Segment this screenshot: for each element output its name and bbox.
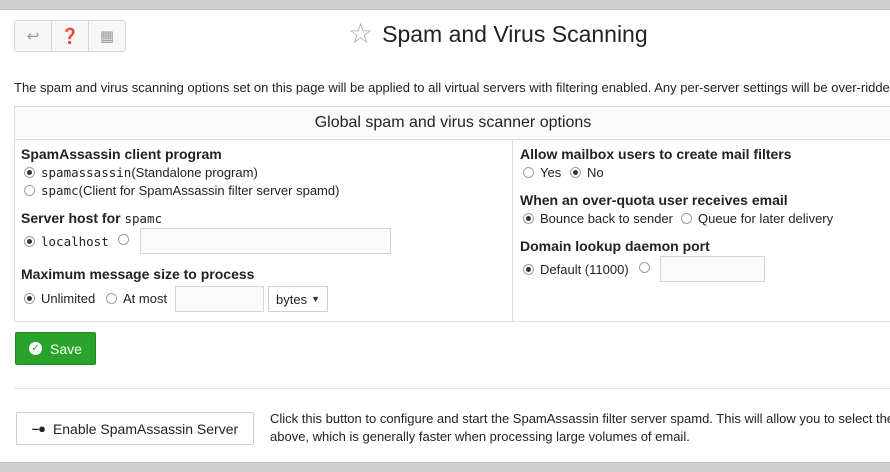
toolbar-button-group: ↩ ❓ ▦ — [14, 20, 126, 52]
radio-button-checked[interactable] — [24, 293, 35, 304]
radio-button[interactable] — [106, 293, 117, 304]
check-circle-icon: ✓ — [29, 342, 43, 355]
radio-button[interactable] — [523, 167, 534, 178]
enable-button-label: Enable SpamAssassin Server — [52, 420, 239, 437]
radio-default-port[interactable]: Default (11000) — [523, 262, 629, 277]
radio-button[interactable] — [24, 185, 35, 196]
option-text: Default (11000) — [540, 262, 629, 277]
radio-button-checked[interactable] — [523, 213, 534, 224]
server-host-input[interactable] — [140, 228, 391, 254]
grid-icon[interactable]: ▦ — [88, 21, 125, 51]
option-text: (Client for SpamAssassin filter server s… — [78, 183, 340, 198]
option-mono: spamassassin — [41, 165, 132, 180]
lookup-port-input[interactable] — [660, 256, 765, 282]
radio-button-checked[interactable] — [523, 264, 534, 275]
radio-button[interactable] — [639, 262, 650, 273]
save-button[interactable]: ✓ Save — [15, 332, 96, 365]
option-mono: spamc — [41, 183, 79, 198]
enable-description: Click this button to configure and start… — [270, 410, 890, 446]
enable-description-line: above, which is generally faster when pr… — [270, 429, 690, 444]
top-bar — [0, 0, 890, 10]
option-mono: localhost — [41, 234, 109, 249]
max-size-input[interactable] — [175, 286, 264, 312]
radio-bounce[interactable]: Bounce back to sender — [523, 211, 673, 226]
radio-unlimited[interactable]: Unlimited — [24, 291, 95, 306]
option-text: Queue for later delivery — [698, 211, 834, 226]
column-divider — [512, 140, 513, 321]
radio-queue[interactable]: Queue for later delivery — [681, 211, 833, 226]
radio-spamassassin[interactable]: spamassassin (Standalone program) — [24, 165, 258, 180]
enable-spamassassin-server-button[interactable]: –● Enable SpamAssassin Server — [16, 412, 254, 445]
save-label: Save — [50, 340, 82, 357]
max-size-label: Maximum message size to process — [21, 266, 255, 282]
radio-at-most[interactable]: At most — [106, 291, 167, 306]
option-text: Unlimited — [41, 291, 96, 306]
back-icon[interactable]: ↩ — [15, 21, 51, 51]
help-icon[interactable]: ❓ — [51, 21, 88, 51]
star-icon[interactable]: ☆ — [348, 20, 373, 48]
radio-localhost[interactable]: localhost — [24, 234, 109, 249]
lookup-port-label: Domain lookup daemon port — [520, 238, 710, 254]
radio-spamc[interactable]: spamc (Client for SpamAssassin filter se… — [24, 183, 339, 198]
client-program-label: SpamAssassin client program — [21, 146, 222, 162]
panel-title: Global spam and virus scanner options — [15, 107, 890, 140]
label-mono: spamc — [124, 211, 163, 226]
radio-button-checked[interactable] — [24, 167, 35, 178]
divider — [14, 388, 890, 389]
option-text: At most — [123, 291, 168, 306]
enable-description-line: Click this button to configure and start… — [270, 411, 890, 426]
radio-custom-port[interactable] — [639, 262, 656, 273]
select-value: bytes — [276, 291, 308, 307]
radio-button-checked[interactable] — [570, 167, 581, 178]
option-text: Bounce back to sender — [540, 211, 673, 226]
intro-text: The spam and virus scanning options set … — [14, 80, 890, 95]
radio-filters-no[interactable]: No — [570, 165, 604, 180]
over-quota-label: When an over-quota user receives email — [520, 192, 788, 208]
chevron-down-icon: ▼ — [311, 294, 320, 304]
page-title-row: ☆ Spam and Virus Scanning — [348, 20, 648, 48]
size-unit-select[interactable]: bytes ▼ — [268, 286, 328, 312]
option-text: (Standalone program) — [131, 165, 258, 180]
toggle-icon: –● — [31, 421, 46, 436]
mail-filters-label: Allow mailbox users to create mail filte… — [520, 146, 792, 162]
server-host-label: Server host for spamc — [21, 210, 162, 226]
radio-filters-yes[interactable]: Yes — [523, 165, 561, 180]
option-text: Yes — [540, 165, 562, 180]
radio-button[interactable] — [681, 213, 692, 224]
radio-button[interactable] — [118, 234, 129, 245]
page-title: Spam and Virus Scanning — [382, 20, 648, 47]
option-text: No — [587, 165, 604, 180]
radio-button-checked[interactable] — [24, 236, 35, 247]
label-text: Server host for — [21, 210, 125, 226]
radio-custom-host[interactable] — [118, 234, 135, 245]
